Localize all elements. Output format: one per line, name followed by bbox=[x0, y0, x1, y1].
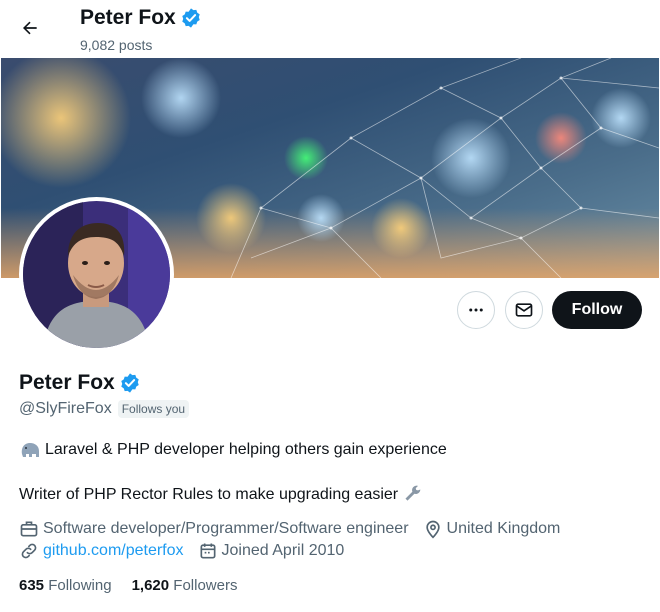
message-button[interactable] bbox=[505, 291, 543, 329]
bio-line-2: Writer of PHP Rector Rules to make upgra… bbox=[19, 484, 424, 506]
joined-text: Joined April 2010 bbox=[221, 542, 345, 559]
calendar-icon bbox=[200, 543, 216, 559]
following-label: Following bbox=[48, 577, 112, 594]
header-title: Peter Fox bbox=[80, 6, 202, 30]
location-item: United Kingdom bbox=[423, 519, 561, 539]
joined-item: Joined April 2010 bbox=[198, 541, 345, 561]
verified-badge-icon[interactable] bbox=[119, 372, 141, 394]
envelope-icon bbox=[515, 303, 533, 317]
profession-item: Software developer/Programmer/Software e… bbox=[19, 519, 409, 539]
map-pin-icon bbox=[425, 520, 440, 539]
avatar-photo bbox=[23, 201, 170, 348]
avatar[interactable] bbox=[23, 201, 170, 348]
back-button[interactable] bbox=[12, 10, 48, 46]
verified-badge-icon bbox=[180, 7, 202, 29]
briefcase-icon bbox=[20, 521, 38, 537]
website-link[interactable]: github.com/peterfox bbox=[43, 542, 184, 560]
elephant-emoji bbox=[21, 443, 39, 457]
followers-label: Followers bbox=[173, 577, 238, 594]
following-count: 635 bbox=[19, 577, 45, 594]
bio-line-2-text: Writer of PHP Rector Rules to make upgra… bbox=[19, 486, 399, 503]
location-text: United Kingdom bbox=[446, 520, 561, 537]
meta-row-2: github.com/peterfox Joined April 2010 bbox=[19, 541, 358, 561]
link-icon bbox=[21, 543, 37, 559]
meta-row-1: Software developer/Programmer/Software e… bbox=[19, 519, 574, 539]
header-name: Peter Fox bbox=[80, 6, 176, 29]
profession-text: Software developer/Programmer/Software e… bbox=[43, 520, 409, 537]
ellipsis-icon bbox=[469, 308, 483, 312]
follows-you-badge: Follows you bbox=[117, 400, 190, 418]
followers-stat[interactable]: 1,620 Followers bbox=[132, 577, 238, 594]
profile-name: Peter Fox bbox=[19, 371, 141, 395]
more-button[interactable] bbox=[457, 291, 495, 329]
avatar-frame[interactable] bbox=[19, 197, 174, 352]
follow-button[interactable]: Follow bbox=[552, 291, 642, 329]
top-bar: Peter Fox 9,082 posts bbox=[0, 0, 660, 58]
website-item[interactable]: github.com/peterfox bbox=[19, 541, 184, 561]
post-count: 9,082 posts bbox=[80, 37, 153, 53]
following-stat[interactable]: 635 Following bbox=[19, 577, 112, 594]
bio-line-1: Laravel & PHP developer helping others g… bbox=[19, 440, 447, 460]
profile-handle: @SlyFireFox bbox=[19, 400, 112, 417]
followers-count: 1,620 bbox=[131, 577, 170, 594]
handle-row: @SlyFireFox Follows you bbox=[19, 400, 190, 418]
bio-line-1-text: Laravel & PHP developer helping others g… bbox=[45, 441, 447, 458]
profile-name-text: Peter Fox bbox=[19, 371, 115, 394]
follow-stats: 635 Following 1,620 Followers bbox=[19, 577, 257, 594]
arrow-left-icon bbox=[23, 21, 37, 35]
wrench-emoji bbox=[405, 485, 421, 501]
